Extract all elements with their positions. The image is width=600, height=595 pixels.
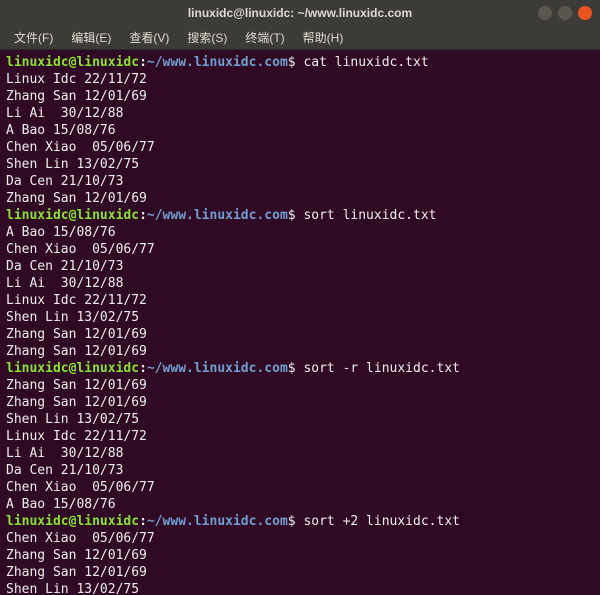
- menubar: 文件(F) 编辑(E) 查看(V) 搜索(S) 终端(T) 帮助(H): [0, 26, 600, 50]
- menu-help[interactable]: 帮助(H): [295, 27, 352, 48]
- output-line: Li Ai 30/12/88: [6, 445, 594, 462]
- output-line: Li Ai 30/12/88: [6, 105, 594, 122]
- prompt-symbol: $: [288, 514, 304, 529]
- output-line: Chen Xiao 05/06/77: [6, 241, 594, 258]
- prompt-symbol: $: [288, 361, 304, 376]
- output-line: Chen Xiao 05/06/77: [6, 479, 594, 496]
- menu-view[interactable]: 查看(V): [121, 27, 177, 48]
- prompt-sep: :: [139, 514, 147, 529]
- prompt-sep: :: [139, 208, 147, 223]
- output-line: Zhang San 12/01/69: [6, 326, 594, 343]
- output-line: A Bao 15/08/76: [6, 122, 594, 139]
- menu-search[interactable]: 搜索(S): [179, 27, 235, 48]
- output-line: Da Cen 21/10/73: [6, 462, 594, 479]
- output-line: Linux Idc 22/11/72: [6, 428, 594, 445]
- prompt-user: linuxidc@linuxidc: [6, 55, 139, 70]
- output-line: Shen Lin 13/02/75: [6, 581, 594, 595]
- prompt-symbol: $: [288, 208, 304, 223]
- prompt-path: ~/www.linuxidc.com: [147, 514, 288, 529]
- menu-file[interactable]: 文件(F): [6, 27, 61, 48]
- prompt-path: ~/www.linuxidc.com: [147, 55, 288, 70]
- output-line: Linux Idc 22/11/72: [6, 71, 594, 88]
- command-text: cat linuxidc.txt: [303, 55, 428, 70]
- output-line: Da Cen 21/10/73: [6, 173, 594, 190]
- prompt-line: linuxidc@linuxidc:~/www.linuxidc.com$ so…: [6, 513, 594, 530]
- prompt-line: linuxidc@linuxidc:~/www.linuxidc.com$ so…: [6, 207, 594, 224]
- titlebar: linuxidc@linuxidc: ~/www.linuxidc.com: [0, 0, 600, 26]
- output-line: A Bao 15/08/76: [6, 496, 594, 513]
- window-controls: [538, 6, 592, 20]
- output-line: Shen Lin 13/02/75: [6, 309, 594, 326]
- maximize-icon[interactable]: [558, 6, 572, 20]
- prompt-sep: :: [139, 55, 147, 70]
- prompt-user: linuxidc@linuxidc: [6, 208, 139, 223]
- output-line: Shen Lin 13/02/75: [6, 411, 594, 428]
- output-line: Zhang San 12/01/69: [6, 88, 594, 105]
- command-text: sort -r linuxidc.txt: [303, 361, 460, 376]
- command-text: sort +2 linuxidc.txt: [303, 514, 460, 529]
- prompt-sep: :: [139, 361, 147, 376]
- output-line: Linux Idc 22/11/72: [6, 292, 594, 309]
- output-line: Zhang San 12/01/69: [6, 343, 594, 360]
- minimize-icon[interactable]: [538, 6, 552, 20]
- prompt-symbol: $: [288, 55, 304, 70]
- window-title: linuxidc@linuxidc: ~/www.linuxidc.com: [8, 6, 592, 20]
- prompt-line: linuxidc@linuxidc:~/www.linuxidc.com$ so…: [6, 360, 594, 377]
- output-line: Chen Xiao 05/06/77: [6, 139, 594, 156]
- menu-edit[interactable]: 编辑(E): [63, 27, 119, 48]
- output-line: Zhang San 12/01/69: [6, 190, 594, 207]
- menu-terminal[interactable]: 终端(T): [237, 27, 292, 48]
- output-line: Zhang San 12/01/69: [6, 564, 594, 581]
- close-icon[interactable]: [578, 6, 592, 20]
- output-line: Chen Xiao 05/06/77: [6, 530, 594, 547]
- prompt-user: linuxidc@linuxidc: [6, 361, 139, 376]
- output-line: Zhang San 12/01/69: [6, 377, 594, 394]
- output-line: Da Cen 21/10/73: [6, 258, 594, 275]
- prompt-line: linuxidc@linuxidc:~/www.linuxidc.com$ ca…: [6, 54, 594, 71]
- output-line: Shen Lin 13/02/75: [6, 156, 594, 173]
- output-line: Zhang San 12/01/69: [6, 394, 594, 411]
- prompt-path: ~/www.linuxidc.com: [147, 208, 288, 223]
- output-line: Li Ai 30/12/88: [6, 275, 594, 292]
- output-line: Zhang San 12/01/69: [6, 547, 594, 564]
- prompt-user: linuxidc@linuxidc: [6, 514, 139, 529]
- terminal-area[interactable]: linuxidc@linuxidc:~/www.linuxidc.com$ ca…: [0, 50, 600, 595]
- output-line: A Bao 15/08/76: [6, 224, 594, 241]
- prompt-path: ~/www.linuxidc.com: [147, 361, 288, 376]
- command-text: sort linuxidc.txt: [303, 208, 436, 223]
